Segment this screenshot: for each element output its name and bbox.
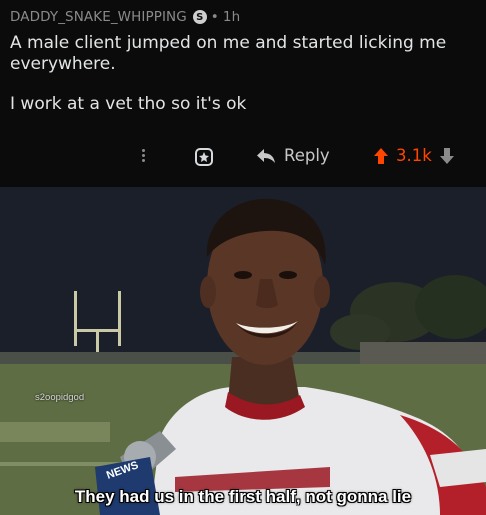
- comment-actions: Reply 3.1k: [0, 145, 486, 169]
- meme-illustration: NEWS: [0, 187, 486, 515]
- vote-controls: 3.1k: [373, 146, 455, 165]
- upvote-icon[interactable]: [373, 147, 389, 165]
- meme-image: NEWS s2oopidgod They had us in the first…: [0, 187, 486, 515]
- downvote-icon[interactable]: [439, 147, 455, 165]
- comment-body: A male client jumped on me and started l…: [10, 33, 476, 134]
- more-icon[interactable]: [140, 147, 146, 164]
- comment-line-1: A male client jumped on me and started l…: [10, 33, 447, 74]
- user-badge-icon: S: [192, 10, 207, 24]
- meme-watermark: s2oopidgod: [35, 392, 85, 403]
- score-count: 3.1k: [396, 146, 432, 165]
- comment: DADDY_SNAKE_WHIPPING S • 1h A male clien…: [0, 0, 486, 187]
- comment-age: 1h: [222, 9, 241, 25]
- meme-caption: They had us in the first half, not gonna…: [74, 487, 412, 506]
- award-icon[interactable]: [194, 147, 214, 171]
- reply-icon: [257, 148, 275, 163]
- comment-meta: DADDY_SNAKE_WHIPPING S • 1h: [10, 9, 240, 25]
- meta-separator: •: [210, 9, 219, 25]
- username-link[interactable]: DADDY_SNAKE_WHIPPING: [10, 9, 187, 25]
- reply-label: Reply: [284, 146, 330, 165]
- comment-line-2: I work at a vet tho so it's ok: [10, 94, 247, 114]
- reply-button[interactable]: Reply: [256, 146, 330, 165]
